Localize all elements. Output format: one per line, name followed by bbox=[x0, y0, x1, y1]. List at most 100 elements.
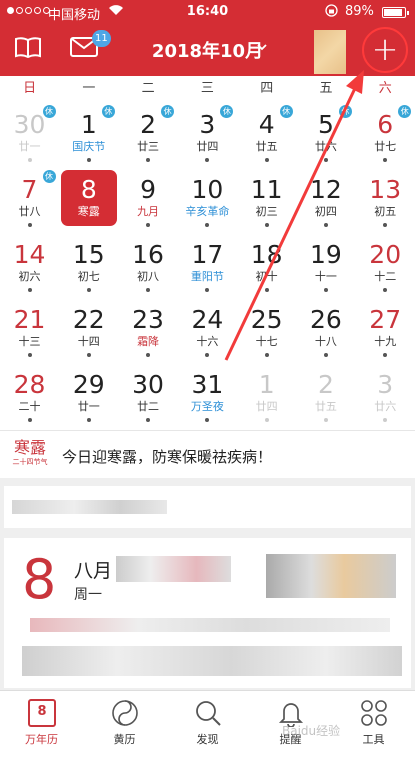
lunar-date: 十二 bbox=[374, 270, 397, 283]
nav-label: 黄历 bbox=[113, 733, 136, 746]
lunar-date: 十四 bbox=[77, 335, 100, 348]
lunar-date: 霜降 bbox=[137, 335, 160, 348]
calendar-day[interactable]: 14 初六 bbox=[1, 232, 59, 296]
calendar-day[interactable]: 5 廿六休 bbox=[297, 102, 355, 166]
calendar-day[interactable]: 22 十四 bbox=[60, 297, 118, 361]
calendar-day[interactable]: 19 十一 bbox=[297, 232, 355, 296]
day-number: 11 bbox=[250, 175, 283, 204]
day-number: 23 bbox=[132, 305, 164, 334]
event-dot bbox=[323, 353, 328, 357]
calendar-day[interactable]: 15 初七 bbox=[60, 232, 118, 296]
day-number: 1 bbox=[258, 370, 275, 399]
event-dot bbox=[27, 353, 32, 357]
calendar-day[interactable]: 30 廿一休 bbox=[1, 102, 59, 166]
calendar-day[interactable]: 29 廿一 bbox=[60, 362, 118, 426]
calendar-app: 中国移动 16:40 89% 11 2018年10月 + 日 一 二 三 四 五… bbox=[0, 0, 415, 763]
calendar-day[interactable]: 21 十三 bbox=[1, 297, 59, 361]
day-number: 2 bbox=[317, 370, 334, 399]
nav-wannianli[interactable]: 8 万年历 bbox=[0, 691, 83, 763]
blurred-image bbox=[266, 554, 396, 598]
yin-yang-icon bbox=[112, 700, 138, 726]
calendar-day[interactable]: 26 十八 bbox=[297, 297, 355, 361]
calendar-day[interactable]: 10 辛亥革命 bbox=[178, 167, 236, 231]
event-dot bbox=[27, 223, 32, 227]
lunar-date: 重阳节 bbox=[190, 270, 224, 283]
event-dot bbox=[323, 288, 328, 292]
calendar-day[interactable]: 20 十二 bbox=[356, 232, 414, 296]
month-title[interactable]: 2018年10月 bbox=[140, 37, 275, 63]
lunar-date: 廿五 bbox=[314, 400, 337, 413]
solar-term-banner[interactable]: 寒露 二十四节气 今日迎寒露，防寒保暖祛疾病！ bbox=[0, 430, 415, 478]
calendar-day[interactable]: 16 初八 bbox=[119, 232, 177, 296]
calendar-day[interactable]: 3 廿六 bbox=[356, 362, 414, 426]
calendar-day[interactable]: 18 初十 bbox=[238, 232, 296, 296]
calendar-day[interactable]: 25 十七 bbox=[238, 297, 296, 361]
calendar-day[interactable]: 31 万圣夜 bbox=[178, 362, 236, 426]
calendar-day[interactable]: 28 二十 bbox=[1, 362, 59, 426]
search-icon bbox=[196, 701, 221, 726]
holiday-badge: 休 bbox=[279, 105, 293, 118]
calendar-icon: 8 bbox=[28, 699, 56, 727]
day-number: 20 bbox=[369, 240, 402, 269]
calendar-day[interactable]: 23 霜降 bbox=[119, 297, 177, 361]
calendar-day[interactable]: 4 廿五休 bbox=[238, 102, 296, 166]
calendar-day[interactable]: 27 十九 bbox=[356, 297, 414, 361]
event-dot bbox=[383, 223, 388, 227]
event-dot bbox=[27, 288, 32, 292]
day-number: 19 bbox=[310, 240, 342, 269]
holiday-badge: 休 bbox=[101, 105, 115, 118]
lunar-date: 廿一 bbox=[77, 400, 100, 413]
nav-label: 万年历 bbox=[25, 733, 58, 746]
lunar-date: 十九 bbox=[374, 335, 397, 348]
calendar-day[interactable]: 9 九月 bbox=[119, 167, 177, 231]
day-number: 30 bbox=[132, 370, 164, 399]
info-card[interactable] bbox=[4, 486, 411, 528]
lunar-date: 十三 bbox=[18, 335, 41, 348]
calendar-day[interactable]: 12 初四 bbox=[297, 167, 355, 231]
calendar-day[interactable]: 6 廿七休 bbox=[356, 102, 414, 166]
nav-tools[interactable]: 工具 bbox=[332, 691, 415, 763]
today-day-number: 8 bbox=[22, 548, 57, 611]
lunar-date: 廿六 bbox=[314, 140, 337, 153]
blurred-content bbox=[22, 646, 402, 676]
calendar-day[interactable]: 11 初三 bbox=[238, 167, 296, 231]
event-dot bbox=[86, 158, 91, 162]
lunar-date: 九月 bbox=[137, 205, 160, 218]
blurred-content bbox=[116, 556, 231, 582]
nav-huangli[interactable]: 黄历 bbox=[83, 691, 166, 763]
today-card[interactable]: 8 八月 周一 bbox=[4, 538, 411, 688]
solar-term-logo-sub: 二十四节气 bbox=[12, 458, 48, 466]
calendar-day[interactable]: 17 重阳节 bbox=[178, 232, 236, 296]
event-dot bbox=[27, 158, 32, 162]
day-number: 12 bbox=[310, 175, 342, 204]
event-dot bbox=[383, 418, 388, 422]
event-dot bbox=[146, 418, 151, 422]
calendar-day[interactable]: 3 廿四休 bbox=[178, 102, 236, 166]
lunar-date: 寒露 bbox=[77, 205, 100, 218]
nav-discover[interactable]: 发现 bbox=[166, 691, 249, 763]
chevron-down-icon[interactable] bbox=[257, 42, 267, 52]
book-icon[interactable] bbox=[14, 36, 42, 58]
calendar-day[interactable]: 1 廿四 bbox=[238, 362, 296, 426]
event-dot bbox=[205, 288, 210, 292]
calendar-day[interactable]: 24 十六 bbox=[178, 297, 236, 361]
battery-icon bbox=[382, 7, 409, 18]
today-lunar-date: 八月 bbox=[74, 560, 113, 582]
day-number: 26 bbox=[310, 305, 342, 334]
add-button[interactable]: + bbox=[362, 27, 408, 73]
calendar-day[interactable]: 8 寒露 bbox=[60, 170, 117, 226]
calendar-day[interactable]: 13 初五 bbox=[356, 167, 414, 231]
event-dot bbox=[146, 288, 151, 292]
day-number: 18 bbox=[250, 240, 283, 269]
calendar-day[interactable]: 30 廿二 bbox=[119, 362, 177, 426]
avatar[interactable] bbox=[314, 30, 346, 74]
event-dot bbox=[146, 158, 151, 162]
lunar-date: 初六 bbox=[18, 270, 41, 283]
calendar-day[interactable]: 2 廿五 bbox=[297, 362, 355, 426]
calendar-day[interactable]: 7 廿八休 bbox=[1, 167, 59, 231]
holiday-badge: 休 bbox=[42, 170, 56, 183]
calendar-day[interactable]: 2 廿三休 bbox=[119, 102, 177, 166]
day-number: 29 bbox=[72, 370, 105, 399]
calendar-day[interactable]: 1 国庆节休 bbox=[60, 102, 118, 166]
event-dot bbox=[264, 158, 269, 162]
